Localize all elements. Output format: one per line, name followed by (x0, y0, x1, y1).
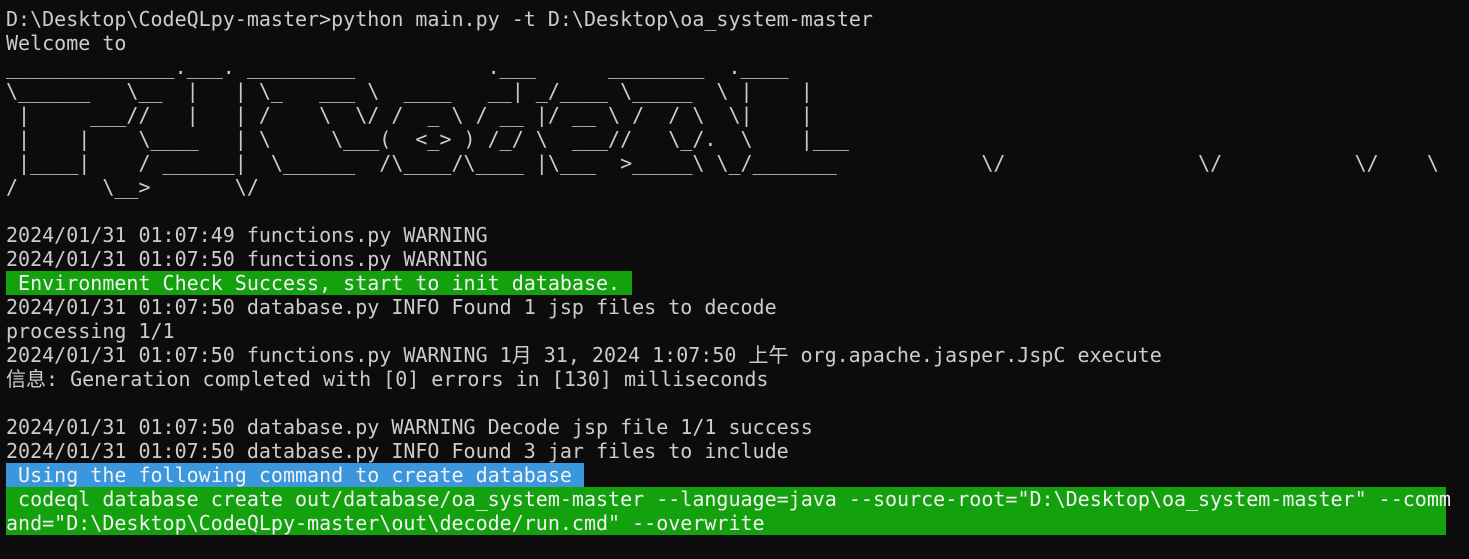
processing-line: processing 1/1 (6, 319, 175, 343)
log-line: 2024/01/31 01:07:50 functions.py WARNING (6, 247, 488, 271)
codeql-command-line-2: and="D:\Desktop\CodeQLpy-master\out\deco… (6, 511, 1446, 535)
codeql-command-line-1: codeql database create out/database/oa_s… (6, 487, 1451, 511)
log-line: 2024/01/31 01:07:50 functions.py WARNING… (6, 343, 1162, 367)
log-line: 2024/01/31 01:07:50 database.py INFO Fou… (6, 295, 777, 319)
env-check-highlight: Environment Check Success, start to init… (6, 271, 633, 295)
welcome-text: Welcome to (6, 31, 127, 55)
log-line: 2024/01/31 01:07:50 database.py WARNING … (6, 415, 813, 439)
banner-line: ______________.___. _________ .___ _____… (6, 55, 789, 79)
env-check-line: Environment Check Success, start to init… (6, 271, 1469, 295)
banner-line: | | \____ | \ \___( <_> ) /_/ \ ___// \_… (6, 127, 849, 151)
log-line: 2024/01/31 01:07:50 database.py INFO Fou… (6, 439, 789, 463)
using-command-highlight: Using the following command to create da… (6, 463, 584, 487)
banner-line: | ___// | | / \ \/ / _ \ / __ |/ __ \ / … (6, 103, 813, 127)
command-line: D:\Desktop\CodeQLpy-master>python main.p… (6, 7, 873, 31)
info-line: 信息: Generation completed with [0] errors… (6, 367, 769, 391)
banner-line: |____| / ______| \______ /\____/\____ |\… (6, 151, 1439, 175)
banner-line: \______ \__ | | \_ ___ \ ____ __| _/____… (6, 79, 813, 103)
terminal-window[interactable]: D:\Desktop\CodeQLpy-master>python main.p… (0, 0, 1469, 559)
banner-line: / \__> \/ (6, 175, 259, 199)
log-line: 2024/01/31 01:07:49 functions.py WARNING (6, 223, 488, 247)
ascii-banner: ______________.___. _________ .___ _____… (6, 55, 1469, 199)
using-command-line: Using the following command to create da… (6, 463, 1469, 487)
